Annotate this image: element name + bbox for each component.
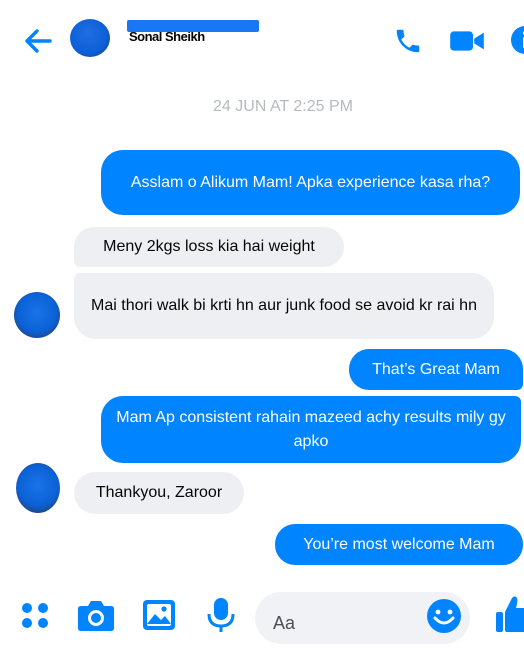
- video-call-icon[interactable]: [449, 26, 485, 56]
- more-apps-icon[interactable]: [20, 600, 50, 630]
- like-thumbs-up-icon[interactable]: [496, 594, 524, 634]
- message-text: Mam Ap consistent rahain mazeed achy res…: [116, 408, 506, 450]
- message-text: Thankyou, Zaroor: [95, 484, 223, 501]
- message-text: Meny 2kgs loss kia hai weight: [103, 238, 315, 255]
- incoming-message[interactable]: Thankyou, Zaroor: [74, 472, 244, 514]
- redaction-mark: [127, 20, 259, 32]
- gallery-icon[interactable]: [141, 598, 177, 632]
- incoming-message[interactable]: Meny 2kgs loss kia hai weight: [74, 227, 344, 267]
- microphone-icon[interactable]: [206, 596, 236, 634]
- contact-avatar-small[interactable]: [16, 463, 60, 513]
- back-arrow-icon[interactable]: [22, 25, 54, 57]
- message-text: Mai thori walk bi krti hn aur junk food …: [91, 297, 477, 314]
- conversation-header: Sonal Sheikh: [0, 0, 524, 80]
- contact-name[interactable]: Sonal Sheikh: [127, 20, 259, 44]
- message-text: You’re most welcome Mam: [303, 535, 495, 553]
- camera-icon[interactable]: [77, 598, 115, 632]
- message-text: Asslam o Alikum Mam! Apka experience kas…: [130, 173, 491, 191]
- emoji-icon[interactable]: [426, 598, 462, 634]
- message-timestamp: 24 JUN AT 2:25 PM: [213, 98, 353, 115]
- outgoing-message[interactable]: That’s Great Mam: [349, 349, 523, 390]
- info-icon[interactable]: [510, 24, 524, 56]
- message-input-placeholder: Aa: [273, 613, 296, 633]
- contact-avatar-small[interactable]: [14, 292, 60, 338]
- outgoing-message[interactable]: Asslam o Alikum Mam! Apka experience kas…: [101, 150, 520, 215]
- outgoing-message[interactable]: You’re most welcome Mam: [275, 524, 523, 565]
- incoming-message[interactable]: Mai thori walk bi krti hn aur junk food …: [74, 273, 494, 339]
- contact-avatar[interactable]: [70, 19, 110, 57]
- phone-call-icon[interactable]: [393, 26, 423, 56]
- message-text: That’s Great Mam: [372, 360, 500, 378]
- outgoing-message[interactable]: Mam Ap consistent rahain mazeed achy res…: [101, 396, 521, 463]
